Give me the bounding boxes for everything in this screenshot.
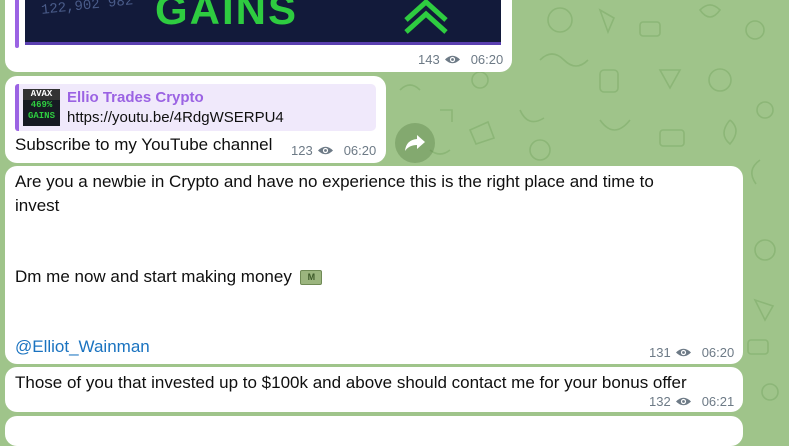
- message-line-3-text: Dm me now and start making money: [15, 267, 292, 286]
- eye-icon: [444, 55, 460, 64]
- mention-link[interactable]: @Elliot_Wainman: [15, 335, 150, 358]
- message-line-3: Dm me now and start making money M: [15, 265, 322, 288]
- message-meta: 123 06:20: [291, 143, 376, 158]
- view-count: 143: [418, 52, 440, 67]
- message-next-partial[interactable]: [5, 416, 743, 446]
- message-meta: 143 06:20: [418, 52, 503, 67]
- forward-button[interactable]: [395, 123, 435, 163]
- message-bonus-offer[interactable]: Those of you that invested up to $100k a…: [5, 367, 743, 412]
- message-meta: 132 06:21: [649, 394, 734, 409]
- eye-icon: [675, 348, 691, 357]
- preview-title[interactable]: Ellio Trades Crypto: [67, 89, 204, 106]
- message-line-1: Are you a newbie in Crypto and have no e…: [15, 172, 654, 191]
- message-newbie-offer[interactable]: Are you a newbie in Crypto and have no e…: [5, 166, 743, 364]
- money-icon: M: [299, 270, 322, 286]
- timestamp: 06:20: [343, 143, 377, 158]
- message-youtube-link[interactable]: AVAX 469% GAINS Ellio Trades Crypto http…: [5, 76, 386, 163]
- image-gains-text: GAINS: [155, 0, 299, 33]
- message-line-2: invest: [15, 196, 60, 215]
- link-preview[interactable]: AVAX 469% GAINS Ellio Trades Crypto http…: [15, 84, 376, 131]
- up-arrow-icon: [404, 0, 448, 34]
- eye-icon: [675, 397, 691, 406]
- message-meta: 131 06:20: [649, 345, 734, 360]
- message-text: Subscribe to my YouTube channel: [15, 135, 273, 154]
- timestamp: 06:21: [701, 394, 735, 409]
- view-count: 123: [291, 143, 313, 158]
- image-left-accent: [15, 0, 19, 48]
- eye-icon: [317, 146, 333, 155]
- view-count: 131: [649, 345, 671, 360]
- share-arrow-icon: [405, 135, 425, 151]
- timestamp: 06:20: [470, 52, 504, 67]
- message-text: Those of you that invested up to $100k a…: [15, 373, 687, 392]
- preview-thumbnail: AVAX 469% GAINS: [23, 89, 60, 126]
- timestamp: 06:20: [701, 345, 735, 360]
- preview-url[interactable]: https://youtu.be/4RdgWSERPU4: [67, 109, 284, 126]
- preview-accent: [15, 84, 19, 131]
- post-image[interactable]: 122,902 982 GAINS: [25, 0, 501, 45]
- message-image-post[interactable]: 122,902 982 GAINS 143 06:20: [5, 0, 512, 72]
- image-numbers-text: 122,902 982: [40, 0, 135, 19]
- view-count: 132: [649, 394, 671, 409]
